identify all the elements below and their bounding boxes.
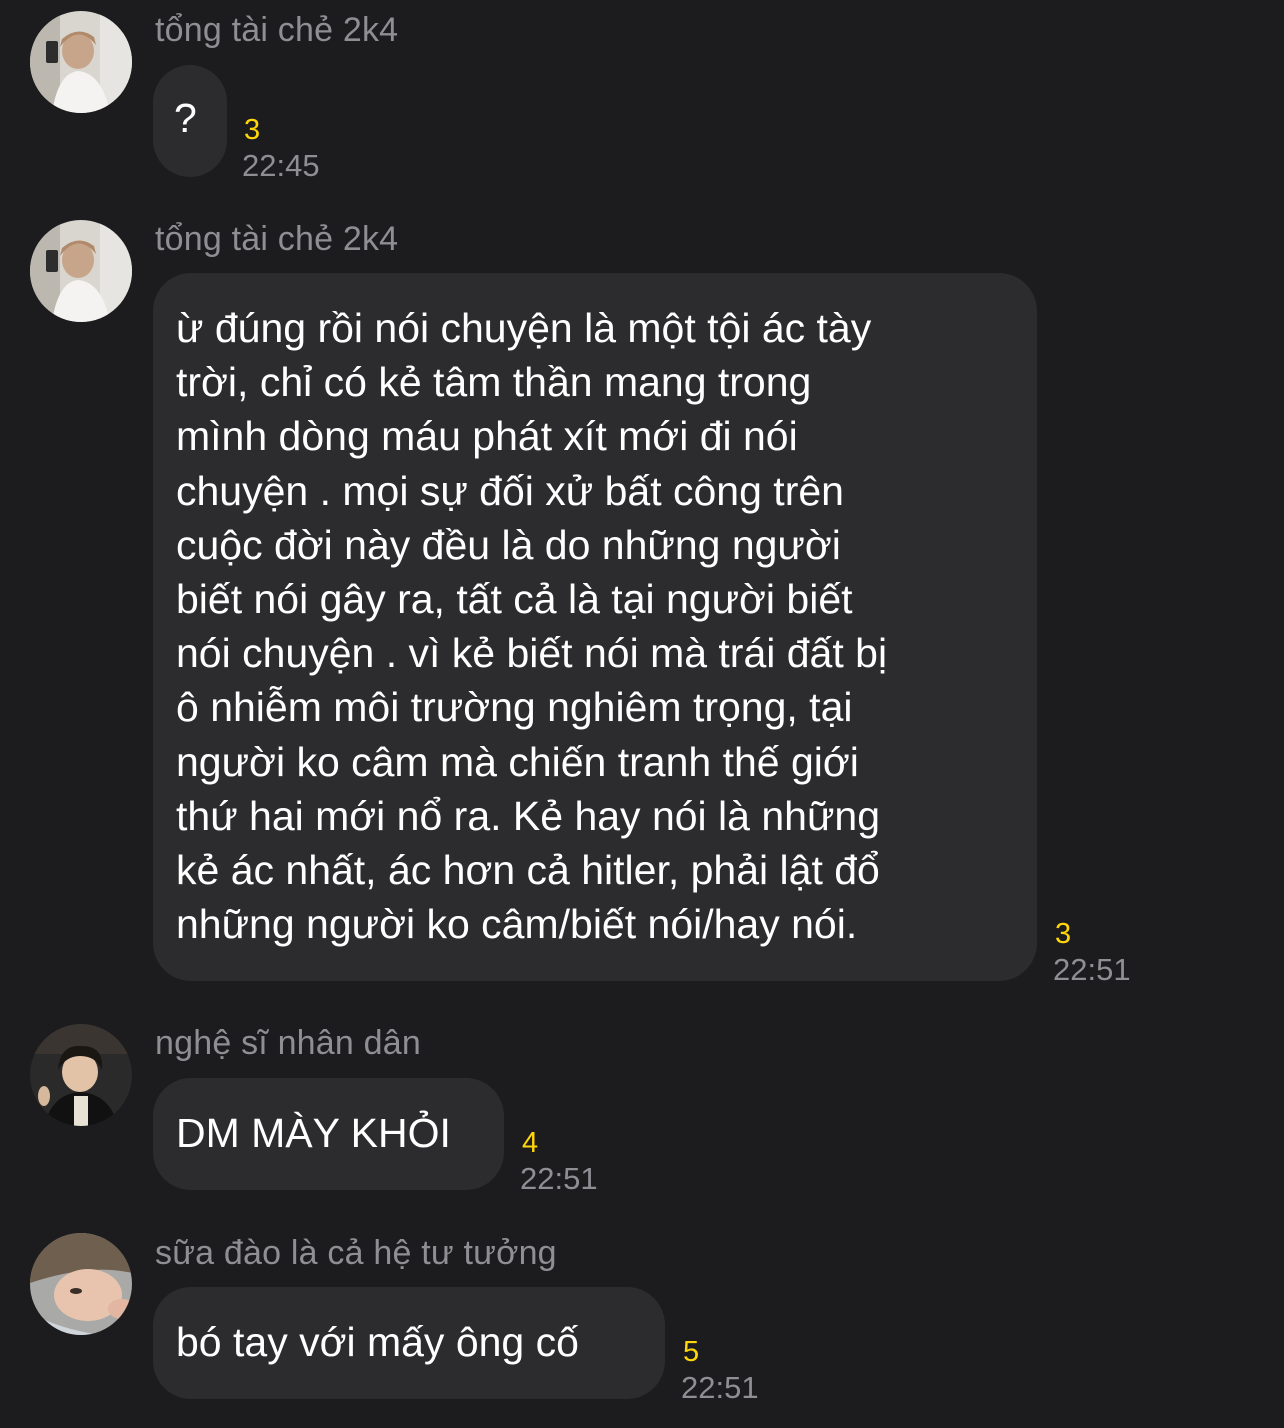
sender-name: sữa đào là cả hệ tư tưởng: [155, 1234, 557, 1272]
message-meta: 3 22:45: [242, 112, 320, 184]
reaction-count[interactable]: 4: [522, 1125, 598, 1161]
message-bubble[interactable]: ừ đúng rồi nói chuyện là một tội ác tày …: [153, 273, 1037, 981]
message-text: ừ đúng rồi nói chuyện là một tội ác tày …: [176, 305, 888, 948]
reaction-count[interactable]: 3: [244, 112, 320, 148]
timestamp: 22:45: [242, 148, 320, 183]
sender-name: tổng tài chẻ 2k4: [155, 11, 399, 49]
sender-name: tổng tài chẻ 2k4: [155, 220, 399, 258]
message-bubble[interactable]: ?: [153, 65, 227, 177]
message-bubble[interactable]: DM MÀY KHỎI: [153, 1078, 504, 1190]
message-bubble[interactable]: bó tay với mấy ông cố: [153, 1287, 665, 1399]
sender-name: nghệ sĩ nhân dân: [155, 1024, 421, 1062]
reaction-count[interactable]: 3: [1055, 916, 1131, 952]
message-meta: 4 22:51: [520, 1125, 598, 1197]
message-text: DM MÀY KHỎI: [176, 1110, 451, 1156]
timestamp: 22:51: [520, 1161, 598, 1196]
reaction-count[interactable]: 5: [683, 1334, 759, 1370]
user-avatar-icon[interactable]: [30, 11, 132, 113]
user-avatar-icon[interactable]: [30, 220, 132, 322]
timestamp: 22:51: [1053, 952, 1131, 987]
message-text: ?: [174, 95, 197, 141]
user-avatar-icon[interactable]: [30, 1233, 132, 1335]
timestamp: 22:51: [681, 1370, 759, 1405]
user-avatar-icon[interactable]: [30, 1024, 132, 1126]
message-meta: 3 22:51: [1053, 916, 1131, 988]
message-text: bó tay với mấy ông cố: [176, 1319, 579, 1365]
message-meta: 5 22:51: [681, 1334, 759, 1406]
